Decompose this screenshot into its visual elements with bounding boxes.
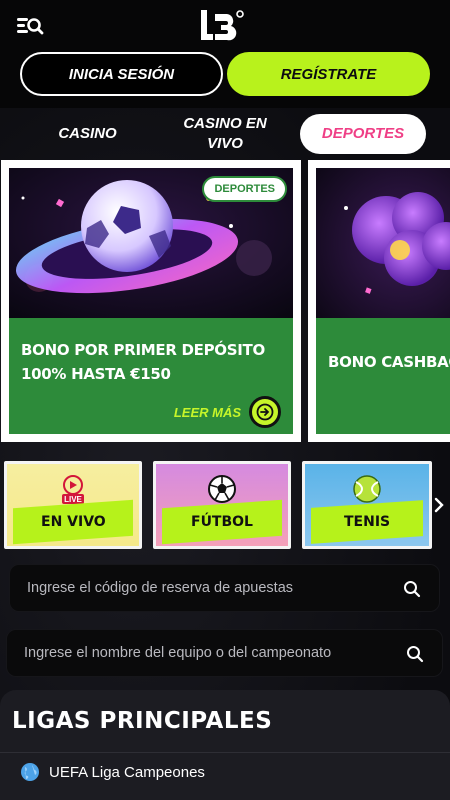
promo-card-content: DEPORTES BONO POR PRIMER DEPÓSITO 100% H… <box>9 168 293 434</box>
promo-title: BONO POR PRIMER DEPÓSITO 100% HASTA €150 <box>21 341 265 383</box>
chevron-right-icon[interactable] <box>432 495 446 515</box>
sport-tile-label: TENIS <box>311 500 423 544</box>
category-tabs: CASINO CASINO EN VIVO DEPORTES <box>0 108 450 160</box>
booking-code-search <box>9 564 440 612</box>
register-button[interactable]: REGÍSTRATE <box>227 52 430 96</box>
read-more-button[interactable]: LEER MÁS <box>174 396 281 428</box>
search-icon[interactable] <box>403 580 421 598</box>
team-search <box>6 629 443 677</box>
globe-icon <box>21 763 39 781</box>
promo-category-badge: DEPORTES <box>202 176 287 202</box>
section-title: LIGAS PRINCIPALES <box>12 708 273 734</box>
promo-card-content: BONO CASHBACK 1 <box>316 168 450 434</box>
menu-search-icon[interactable] <box>16 14 44 38</box>
promo-title: BONO CASHBACK 1 <box>328 353 450 371</box>
league-label: UEFA Liga Campeones <box>49 763 205 781</box>
league-item[interactable]: UEFA Liga Campeones <box>0 752 450 792</box>
sport-tile-live[interactable]: LIVE EN VIVO <box>4 461 142 549</box>
sport-tile-label: EN VIVO <box>13 499 133 545</box>
tab-live-casino[interactable]: CASINO EN VIVO <box>170 114 280 154</box>
promo-cashback-image <box>316 168 450 318</box>
read-more-label: LEER MÁS <box>173 404 241 420</box>
team-search-input[interactable] <box>7 630 442 676</box>
promo-text-panel <box>316 318 450 434</box>
live-icon: LIVE <box>62 475 84 504</box>
sport-tile-football[interactable]: FÚTBOL <box>153 461 291 549</box>
booking-code-input[interactable] <box>10 565 439 611</box>
login-button[interactable]: INICIA SESIÓN <box>20 52 223 96</box>
promo-card[interactable]: BONO CASHBACK 1 <box>308 160 450 442</box>
arrow-right-icon <box>249 396 281 428</box>
tab-casino[interactable]: CASINO <box>40 114 135 154</box>
promo-card[interactable]: DEPORTES BONO POR PRIMER DEPÓSITO 100% H… <box>1 160 301 442</box>
tennis-ball-icon <box>353 475 381 503</box>
top-leagues-panel: LIGAS PRINCIPALES UEFA Liga Campeones <box>0 690 450 800</box>
tab-sports[interactable]: DEPORTES <box>300 114 426 154</box>
lb-logo[interactable] <box>197 8 247 44</box>
page: INICIA SESIÓN REGÍSTRATE CASINO CASINO E… <box>0 0 450 800</box>
header: INICIA SESIÓN REGÍSTRATE <box>0 0 450 108</box>
search-icon[interactable] <box>406 645 424 663</box>
football-icon <box>208 475 236 503</box>
sport-tile-label: FÚTBOL <box>162 499 282 545</box>
sport-tile-tennis[interactable]: TENIS <box>302 461 432 549</box>
